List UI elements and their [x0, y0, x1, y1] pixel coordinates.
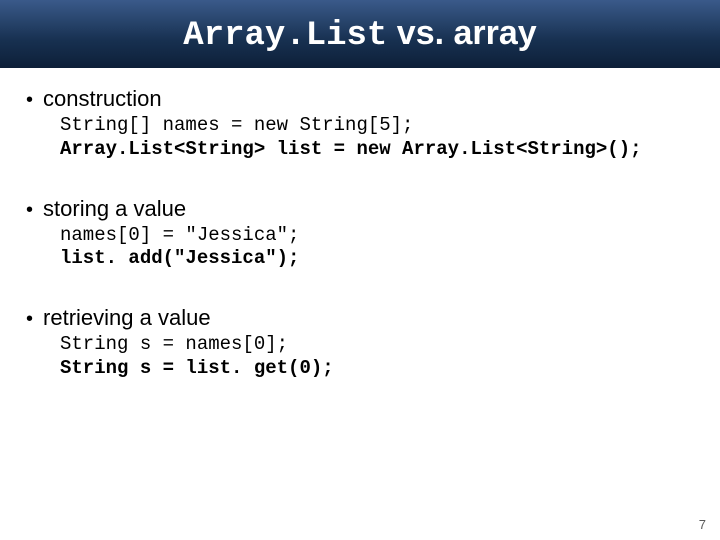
- title-mono-part: Array.List: [183, 17, 387, 55]
- bullet-icon: •: [26, 90, 33, 110]
- slide-content: • construction String[] names = new Stri…: [0, 68, 720, 381]
- bullet-icon: •: [26, 200, 33, 220]
- code-line-bold: Array.List<String> list = new Array.List…: [60, 138, 642, 160]
- code-line: String[] names = new String[5];: [60, 114, 413, 136]
- title-rest-part: vs. array: [387, 14, 536, 52]
- bullet-label: retrieving a value: [43, 305, 211, 331]
- section-construction: • construction String[] names = new Stri…: [20, 86, 700, 162]
- code-block: String[] names = new String[5]; Array.Li…: [60, 114, 700, 162]
- slide-title: Array.List vs. array: [183, 14, 536, 55]
- section-retrieving: • retrieving a value String s = names[0]…: [20, 305, 700, 381]
- code-line-bold: list. add("Jessica");: [60, 247, 299, 269]
- section-storing: • storing a value names[0] = "Jessica"; …: [20, 196, 700, 272]
- bullet-icon: •: [26, 309, 33, 329]
- code-line: String s = names[0];: [60, 333, 288, 355]
- code-line: names[0] = "Jessica";: [60, 224, 299, 246]
- bullet-label: storing a value: [43, 196, 186, 222]
- title-bar: Array.List vs. array: [0, 0, 720, 68]
- page-number: 7: [699, 517, 706, 532]
- bullet-row: • retrieving a value: [20, 305, 700, 331]
- code-line-bold: String s = list. get(0);: [60, 357, 334, 379]
- bullet-label: construction: [43, 86, 162, 112]
- code-block: String s = names[0]; String s = list. ge…: [60, 333, 700, 381]
- bullet-row: • construction: [20, 86, 700, 112]
- code-block: names[0] = "Jessica"; list. add("Jessica…: [60, 224, 700, 272]
- bullet-row: • storing a value: [20, 196, 700, 222]
